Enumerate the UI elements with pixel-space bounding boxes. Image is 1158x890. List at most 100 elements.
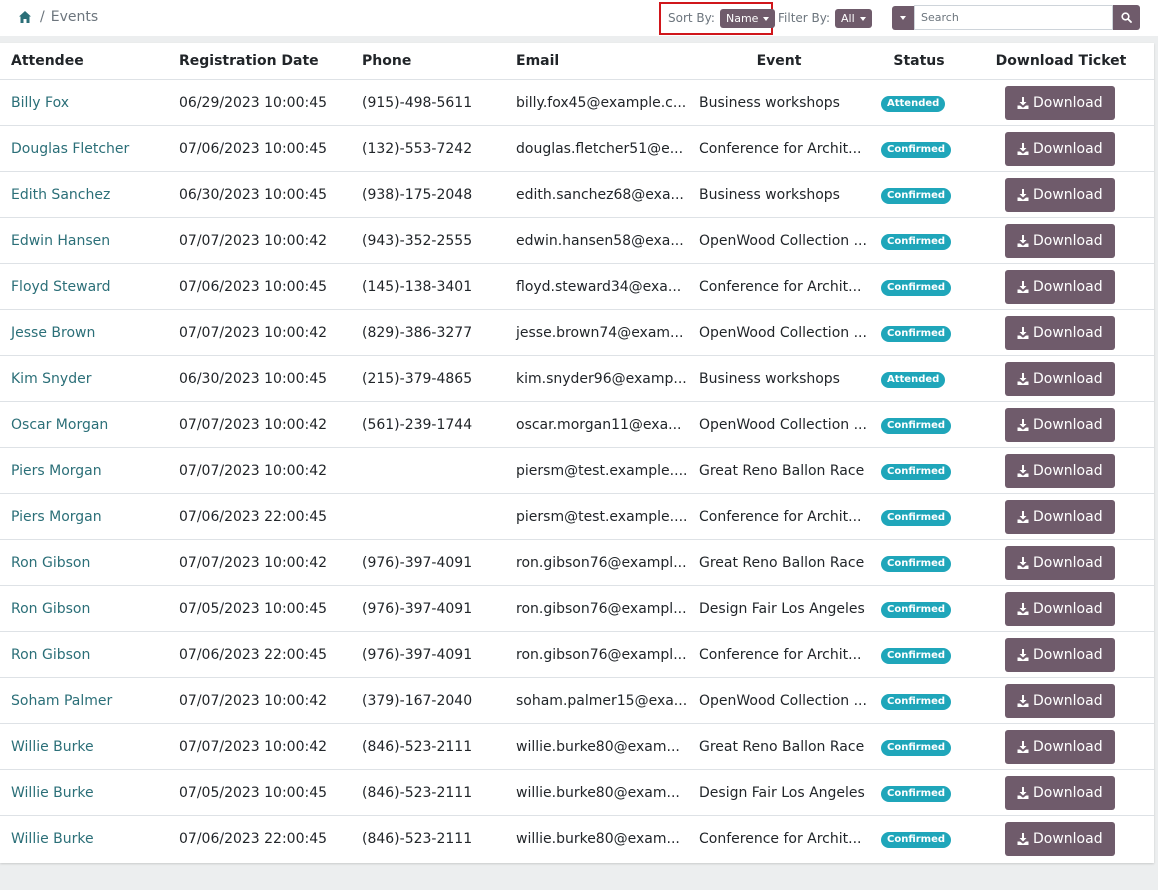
phone-cell: (915)-498-5611 [351,79,505,126]
attendee-cell: Ron Gibson [0,539,168,586]
phone-cell: (976)-397-4091 [351,585,505,632]
download-icon [1017,602,1029,615]
filter-by-dropdown[interactable]: All [835,9,872,28]
download-ticket-button[interactable]: Download [1005,499,1115,534]
download-icon [1017,556,1029,569]
attendee-link[interactable]: Willie Burke [11,739,94,755]
attendee-cell: Edwin Hansen [0,217,168,264]
phone-cell: (145)-138-3401 [351,263,505,310]
attendee-link[interactable]: Willie Burke [11,831,94,847]
download-ticket-button[interactable]: Download [1005,453,1115,488]
attendee-cell: Willie Burke [0,816,168,862]
attendee-link[interactable]: Oscar Morgan [11,417,108,433]
attendee-link[interactable]: Piers Morgan [11,463,102,479]
registration-date-cell: 07/06/2023 22:00:45 [179,830,328,847]
download-label: Download [1033,600,1103,617]
download-ticket-button[interactable]: Download [1005,177,1115,212]
download-ticket-button[interactable]: Download [1005,269,1115,304]
download-ticket-button[interactable]: Download [1005,821,1115,856]
download-ticket-button[interactable]: Download [1005,775,1115,810]
sort-by-dropdown[interactable]: Name [720,9,776,28]
phone-cell: (938)-175-2048 [351,171,505,218]
download-ticket-button[interactable]: Download [1005,315,1115,350]
attendee-link[interactable]: Floyd Steward [11,279,111,295]
header-attendee[interactable]: Attendee [0,43,168,80]
download-label: Download [1033,278,1103,295]
attendee-cell: Willie Burke [0,769,168,816]
event-cell: Great Reno Ballon Race [688,447,870,494]
attendee-link[interactable]: Ron Gibson [11,601,90,617]
attendee-link[interactable]: Ron Gibson [11,555,90,571]
attendee-link[interactable]: Willie Burke [11,785,94,801]
status-badge: Confirmed [881,187,952,204]
download-ticket-button[interactable]: Download [1005,545,1115,580]
event-cell: Design Fair Los Angeles [688,769,870,816]
filter-by-label: Filter By: [778,11,831,25]
download-label: Download [1033,324,1103,341]
registrations-card: Attendee Registration Date Phone Email E… [0,43,1154,863]
header-registration-date[interactable]: Registration Date [168,43,351,80]
search-options-dropdown[interactable] [892,6,914,30]
attendee-link[interactable]: Soham Palmer [11,693,112,709]
download-icon [1017,188,1029,201]
download-cell: Download [968,769,1154,816]
email-cell: willie.burke80@exam... [505,723,688,770]
registration-date-cell: 07/06/2023 10:00:45 [168,125,351,172]
attendee-link[interactable]: Edith Sanchez [11,187,110,203]
download-ticket-button[interactable]: Download [1005,637,1115,672]
attendee-link[interactable]: Ron Gibson [11,647,90,663]
header-phone[interactable]: Phone [351,43,505,80]
attendee-link[interactable]: Kim Snyder [11,371,91,387]
download-ticket-button[interactable]: Download [1005,131,1115,166]
download-label: Download [1033,140,1103,157]
download-label: Download [1033,830,1103,847]
header-email[interactable]: Email [505,43,688,80]
email-cell: billy.fox45@example.c... [505,79,688,126]
email-cell: soham.palmer15@exa... [505,677,688,724]
registration-date-cell: 07/07/2023 10:00:42 [168,401,351,448]
download-icon [1017,326,1029,339]
download-ticket-button[interactable]: Download [1005,591,1115,626]
attendee-link[interactable]: Billy Fox [11,95,69,111]
home-icon[interactable] [18,10,32,24]
download-ticket-button[interactable]: Download [1005,729,1115,764]
status-cell: Confirmed [870,816,968,862]
event-cell: Great Reno Ballon Race [688,539,870,586]
email-cell: douglas.fletcher51@e... [505,125,688,172]
header-event[interactable]: Event [688,43,870,80]
attendee-link[interactable]: Jesse Brown [11,325,95,341]
phone-cell: (132)-553-7242 [351,125,505,172]
attendee-link[interactable]: Edwin Hansen [11,233,110,249]
attendee-link[interactable]: Piers Morgan [11,509,102,525]
search-button[interactable] [1113,5,1140,30]
phone-cell: (976)-397-4091 [351,539,505,586]
download-ticket-button[interactable]: Download [1005,407,1115,442]
registration-date-cell: 07/07/2023 10:00:42 [168,309,351,356]
status-badge: Confirmed [881,463,952,480]
download-ticket-button[interactable]: Download [1005,223,1115,258]
search-input[interactable] [914,5,1113,30]
table-row: Willie Burke 07/06/2023 22:00:45 (846)-523… [0,816,1154,862]
download-icon [1017,510,1029,523]
email-cell: piersm@test.example.... [505,493,688,540]
phone-cell [351,447,505,494]
download-cell: Download [968,677,1154,724]
attendee-cell: Douglas Fletcher [0,125,168,172]
phone-cell [351,493,505,540]
status-cell: Confirmed [870,769,968,816]
download-ticket-button[interactable]: Download [1005,361,1115,396]
attendee-link[interactable]: Douglas Fletcher [11,141,129,157]
status-badge: Confirmed [881,693,952,710]
download-ticket-button[interactable]: Download [1005,85,1115,120]
status-badge: Confirmed [881,647,952,664]
table-row: Ron Gibson 07/05/2023 10:00:45 (976)-397-4… [0,585,1154,632]
breadcrumb-current: Events [50,9,99,25]
header-status[interactable]: Status [870,43,968,80]
event-cell: Business workshops [688,79,870,126]
status-badge: Confirmed [881,233,952,250]
registration-date-cell: 06/30/2023 10:00:45 [168,171,351,218]
header-download-ticket[interactable]: Download Ticket [968,43,1154,80]
download-cell: Download [968,79,1154,126]
registrations-table: Attendee Registration Date Phone Email E… [0,43,1154,861]
download-ticket-button[interactable]: Download [1005,683,1115,718]
